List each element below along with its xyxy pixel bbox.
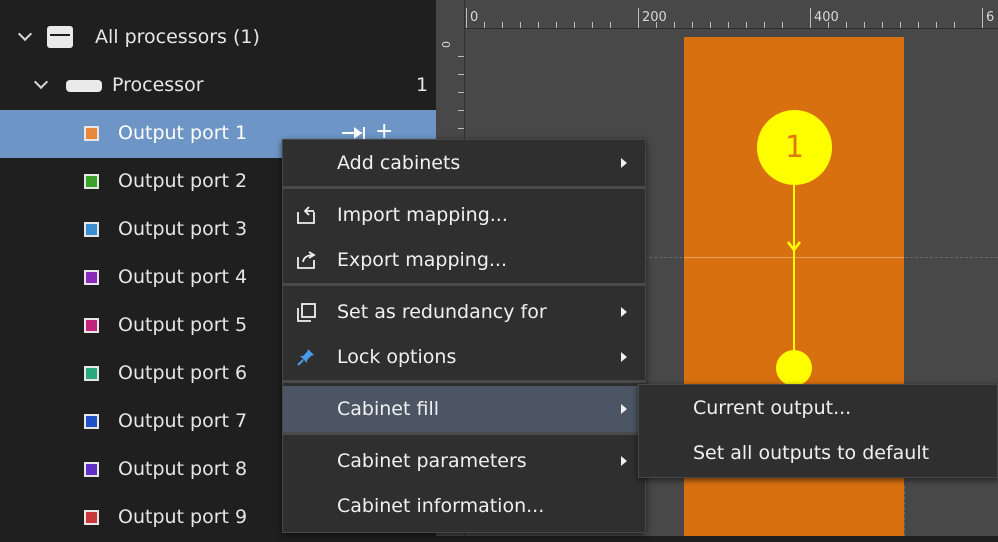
menu-item-label: Cabinet fill [337,398,439,420]
ruler-label: 0 [440,41,453,48]
processor-count: 1 [416,74,429,96]
tree-root-label: All processors (1) [95,26,260,48]
port-color-swatch [84,318,99,333]
menu-item-export-mapping[interactable]: Export mapping... [283,237,645,283]
port-label: Output port 7 [118,410,248,432]
processor-device-icon [66,80,102,92]
tree-item-all-processors[interactable]: All processors (1) [0,14,436,62]
guide-line [904,486,906,536]
menu-item-set-as-redundancy[interactable]: Set as redundancy for [283,289,645,335]
context-menu: Add cabinets Import mapping... Export ma… [282,139,646,533]
submenu-arrow-icon [621,307,627,317]
ruler-label: 0 [470,10,479,25]
menu-item-set-all-outputs-default[interactable]: Set all outputs to default [639,430,997,476]
menu-item-label: Export mapping... [337,249,508,271]
port-color-swatch [84,366,99,381]
node-number: 1 [784,130,805,165]
port-color-swatch [84,414,99,429]
submenu-arrow-icon [621,456,627,466]
arrow-down-icon [787,241,801,253]
export-icon [297,251,316,269]
submenu-arrow-icon [621,404,627,414]
port-color-swatch [84,222,99,237]
port-label: Output port 8 [118,458,248,480]
port-label: Output port 5 [118,314,248,336]
menu-separator [283,432,645,435]
port-color-swatch [84,462,99,477]
menu-item-lock-options[interactable]: Lock options [283,334,645,380]
menu-item-import-mapping[interactable]: Import mapping... [283,192,645,238]
pin-icon [297,349,314,366]
menu-item-label: Set as redundancy for [337,301,547,323]
port-label: Output port 2 [118,170,248,192]
menu-item-current-output[interactable]: Current output... [639,385,997,431]
port-color-swatch [84,174,99,189]
port-label: Output port 9 [118,506,248,528]
menu-item-label: Cabinet information... [337,495,545,517]
port-label: Output port 1 [118,122,248,144]
menu-item-label: Lock options [337,346,457,368]
tree-item-processor[interactable]: Processor 1 [0,62,436,110]
port-label: Output port 3 [118,218,248,240]
ruler-label: 400 [814,10,839,25]
import-icon [297,206,315,224]
chevron-down-icon[interactable] [34,77,48,91]
menu-item-cabinet-information[interactable]: Cabinet information... [283,483,645,529]
menu-item-label: Import mapping... [337,204,508,226]
end-node[interactable] [776,350,812,386]
submenu-arrow-icon [621,158,627,168]
port-color-swatch [84,510,99,525]
start-node[interactable]: 1 [757,110,832,185]
tree-processor-label: Processor [112,74,204,96]
menu-item-label: Set all outputs to default [693,442,930,464]
port-color-swatch [84,270,99,285]
menu-item-label: Cabinet parameters [337,450,527,472]
ruler-label: 6 [986,10,995,25]
port-label: Output port 6 [118,362,248,384]
menu-item-label: Current output... [693,397,852,419]
submenu-arrow-icon [621,352,627,362]
menu-separator [283,186,645,189]
menu-item-cabinet-parameters[interactable]: Cabinet parameters [283,438,645,484]
port-label: Output port 4 [118,266,248,288]
menu-item-label: Add cabinets [337,152,461,174]
menu-separator [283,380,645,383]
menu-item-add-cabinets[interactable]: Add cabinets [283,140,645,186]
cabinet-fill-submenu: Current output... Set all outputs to def… [638,384,998,478]
ruler-horizontal: 0 200 400 6 [464,0,998,29]
ruler-label: 200 [642,10,667,25]
menu-separator [283,283,645,286]
menu-item-cabinet-fill[interactable]: Cabinet fill [283,386,645,432]
chevron-down-icon[interactable] [18,29,32,43]
processor-group-icon [47,26,73,48]
port-color-swatch [84,126,99,141]
redundancy-icon [297,303,316,322]
